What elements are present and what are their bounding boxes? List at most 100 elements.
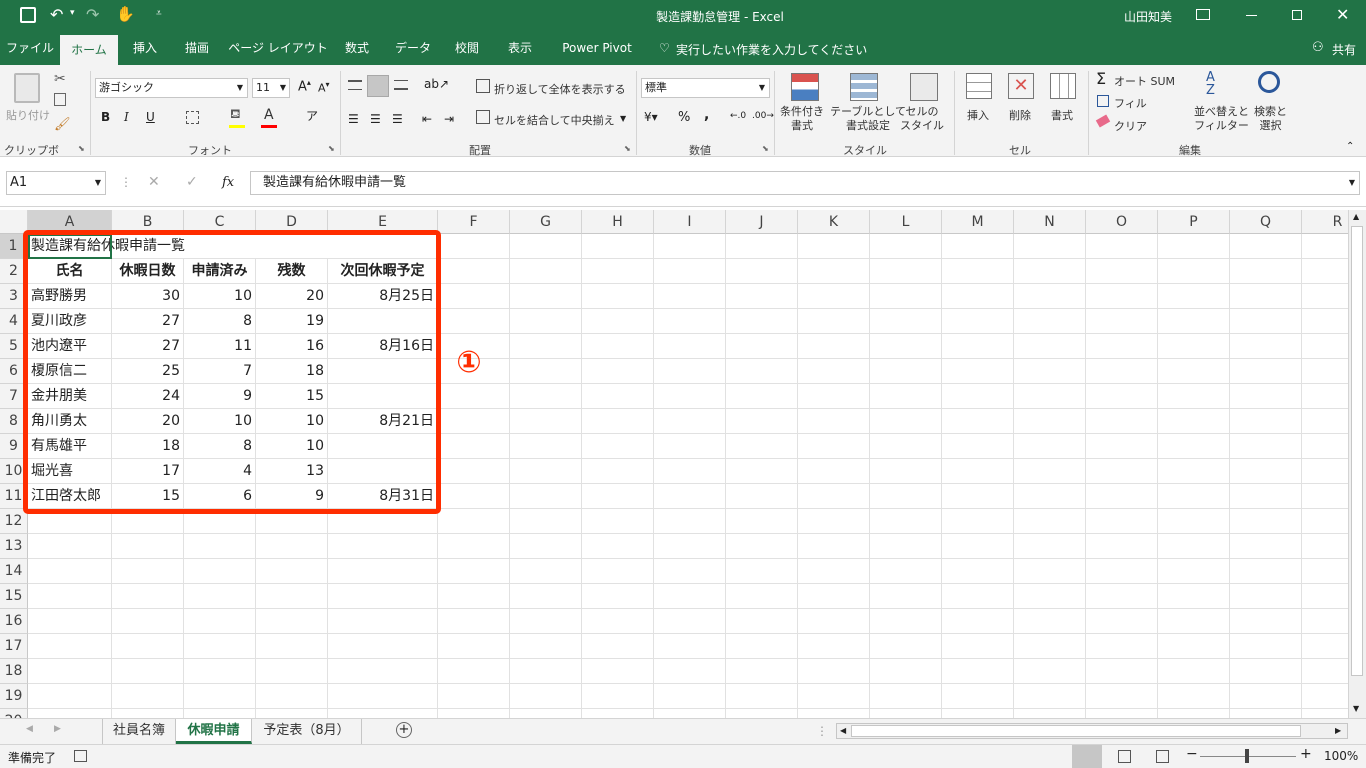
cell[interactable] — [654, 409, 726, 434]
cell[interactable] — [256, 684, 328, 709]
touch-mode-icon[interactable]: ✋ — [116, 5, 135, 23]
align-top-icon[interactable] — [348, 80, 362, 90]
cell[interactable] — [942, 359, 1014, 384]
cell[interactable] — [438, 609, 510, 634]
cell[interactable] — [1086, 584, 1158, 609]
row-header[interactable]: 19 — [0, 684, 28, 709]
cell[interactable] — [798, 484, 870, 509]
tell-me-input[interactable]: 実行したい作業を入力してください — [676, 41, 867, 58]
cell[interactable] — [1158, 334, 1230, 359]
cell[interactable] — [1230, 284, 1302, 309]
cell[interactable] — [1086, 509, 1158, 534]
conditional-format-button[interactable]: 条件付き 書式 — [780, 105, 824, 133]
row-header[interactable]: 16 — [0, 609, 28, 634]
cell[interactable] — [726, 484, 798, 509]
cell[interactable] — [1230, 459, 1302, 484]
cell[interactable] — [654, 684, 726, 709]
ribbon-display-icon[interactable] — [1196, 9, 1210, 20]
cell[interactable] — [582, 634, 654, 659]
cell[interactable] — [582, 234, 654, 259]
cell[interactable] — [112, 684, 184, 709]
column-header[interactable]: F — [438, 210, 510, 234]
cell[interactable] — [184, 684, 256, 709]
delete-cells-button[interactable]: 削除 — [1009, 107, 1031, 123]
cell[interactable] — [870, 634, 942, 659]
cell[interactable] — [942, 684, 1014, 709]
cell[interactable] — [1014, 709, 1086, 718]
cell[interactable] — [1302, 359, 1348, 384]
tab-home[interactable]: ホーム — [60, 35, 118, 65]
cell[interactable] — [1086, 534, 1158, 559]
cell[interactable] — [510, 559, 582, 584]
cell[interactable] — [328, 634, 438, 659]
cell[interactable] — [510, 509, 582, 534]
cell[interactable] — [510, 334, 582, 359]
align-bottom-icon[interactable] — [394, 80, 408, 90]
undo-dropdown-icon[interactable]: ▾ — [70, 8, 75, 18]
row-header[interactable]: 20 — [0, 709, 28, 718]
dialog-launcher-icon[interactable]: ⬊ — [328, 144, 335, 153]
cell[interactable] — [1086, 609, 1158, 634]
redo-icon[interactable]: ↷ — [86, 5, 99, 24]
cell[interactable] — [184, 709, 256, 718]
cell[interactable] — [1086, 484, 1158, 509]
cell[interactable] — [1086, 359, 1158, 384]
cell[interactable] — [870, 559, 942, 584]
cell[interactable] — [1014, 284, 1086, 309]
vertical-scrollbar[interactable]: ▲ ▼ — [1348, 210, 1366, 718]
dialog-launcher-icon[interactable]: ⬊ — [762, 144, 769, 153]
fill-button[interactable]: フィル — [1114, 95, 1147, 111]
wrap-text-icon[interactable] — [476, 79, 490, 93]
next-sheet-icon[interactable]: ▶ — [54, 724, 61, 734]
zoom-level[interactable]: 100% — [1324, 749, 1358, 763]
cell[interactable] — [510, 684, 582, 709]
cell[interactable] — [798, 334, 870, 359]
cell[interactable] — [184, 659, 256, 684]
cell[interactable] — [798, 659, 870, 684]
cell[interactable] — [438, 459, 510, 484]
cell[interactable] — [438, 659, 510, 684]
cell[interactable] — [1302, 409, 1348, 434]
decrease-indent-icon[interactable]: ⇤ — [422, 112, 432, 126]
column-header[interactable]: M — [942, 210, 1014, 234]
cell[interactable] — [1230, 509, 1302, 534]
cell[interactable] — [582, 709, 654, 718]
cell[interactable] — [942, 259, 1014, 284]
cell[interactable] — [870, 659, 942, 684]
decrease-decimal-icon[interactable]: .00→ — [752, 111, 774, 121]
cell[interactable] — [510, 634, 582, 659]
cell[interactable] — [1230, 684, 1302, 709]
cell[interactable] — [1230, 534, 1302, 559]
cell[interactable] — [1302, 434, 1348, 459]
cell[interactable] — [1014, 334, 1086, 359]
cell[interactable] — [654, 634, 726, 659]
cell[interactable] — [1014, 559, 1086, 584]
cell[interactable] — [582, 684, 654, 709]
row-header[interactable]: 15 — [0, 584, 28, 609]
cell[interactable] — [1302, 534, 1348, 559]
cell[interactable] — [582, 434, 654, 459]
cell[interactable] — [328, 559, 438, 584]
number-format-select[interactable]: 標準 ▼ — [641, 78, 770, 98]
expand-formula-icon[interactable]: ▼ — [1349, 172, 1355, 194]
cell[interactable] — [1230, 384, 1302, 409]
cell[interactable] — [1230, 334, 1302, 359]
cell[interactable] — [870, 384, 942, 409]
cell[interactable] — [1158, 234, 1230, 259]
grow-font-icon[interactable]: A▴ — [298, 78, 311, 94]
cell[interactable] — [1086, 259, 1158, 284]
cell[interactable] — [112, 559, 184, 584]
cell[interactable] — [510, 434, 582, 459]
column-header[interactable]: J — [726, 210, 798, 234]
cell[interactable] — [112, 659, 184, 684]
wrap-text-button[interactable]: 折り返して全体を表示する — [494, 81, 626, 97]
cell[interactable] — [1302, 659, 1348, 684]
cell[interactable] — [798, 409, 870, 434]
merge-center-button[interactable]: セルを結合して中央揃え — [494, 112, 615, 128]
cell[interactable] — [1158, 559, 1230, 584]
borders-icon[interactable] — [186, 111, 199, 124]
cell[interactable] — [870, 709, 942, 718]
cell[interactable] — [582, 384, 654, 409]
italic-button[interactable]: I — [124, 110, 129, 124]
cell[interactable] — [1230, 659, 1302, 684]
